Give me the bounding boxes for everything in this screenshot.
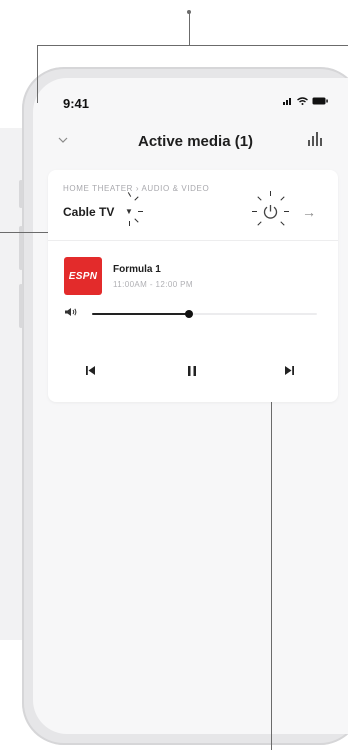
divider [48, 240, 338, 241]
phone-side-button [19, 180, 23, 208]
highlight-mark [138, 211, 143, 212]
program-time: 11:00AM - 12:00 PM [113, 280, 193, 289]
highlight-mark [129, 221, 130, 226]
signal-icon [283, 98, 291, 105]
status-icons [283, 96, 328, 108]
volume-fill [92, 313, 189, 315]
highlight-mark [284, 211, 289, 212]
speaker-icon[interactable] [64, 307, 78, 320]
phone-side-button [19, 284, 23, 328]
caret-down-icon[interactable]: ▼ [125, 207, 133, 216]
channel-logo: ESPN [64, 257, 102, 295]
chevron-down-icon[interactable] [58, 131, 68, 146]
next-button[interactable] [285, 366, 294, 378]
battery-icon [312, 97, 328, 105]
phone-frame [22, 67, 348, 745]
volume-slider[interactable] [92, 310, 317, 318]
wifi-icon [297, 97, 308, 105]
callout-line [37, 45, 348, 46]
breadcrumb[interactable]: HOME THEATER › AUDIO & VIDEO [63, 184, 209, 193]
power-icon[interactable] [262, 203, 279, 220]
callout-line [37, 45, 38, 103]
highlight-mark [270, 191, 271, 196]
callout-line [189, 12, 190, 46]
highlight-mark [252, 211, 257, 212]
pause-button[interactable] [188, 366, 196, 379]
page-title: Active media (1) [138, 133, 254, 150]
equalizer-icon[interactable] [307, 132, 325, 146]
volume-thumb[interactable] [184, 310, 193, 318]
arrow-right-icon[interactable]: → [302, 204, 316, 220]
previous-button[interactable] [86, 366, 95, 378]
source-selector-label[interactable]: Cable TV [63, 205, 114, 219]
program-title: Formula 1 [113, 264, 161, 275]
status-time: 9:41 [63, 96, 90, 111]
